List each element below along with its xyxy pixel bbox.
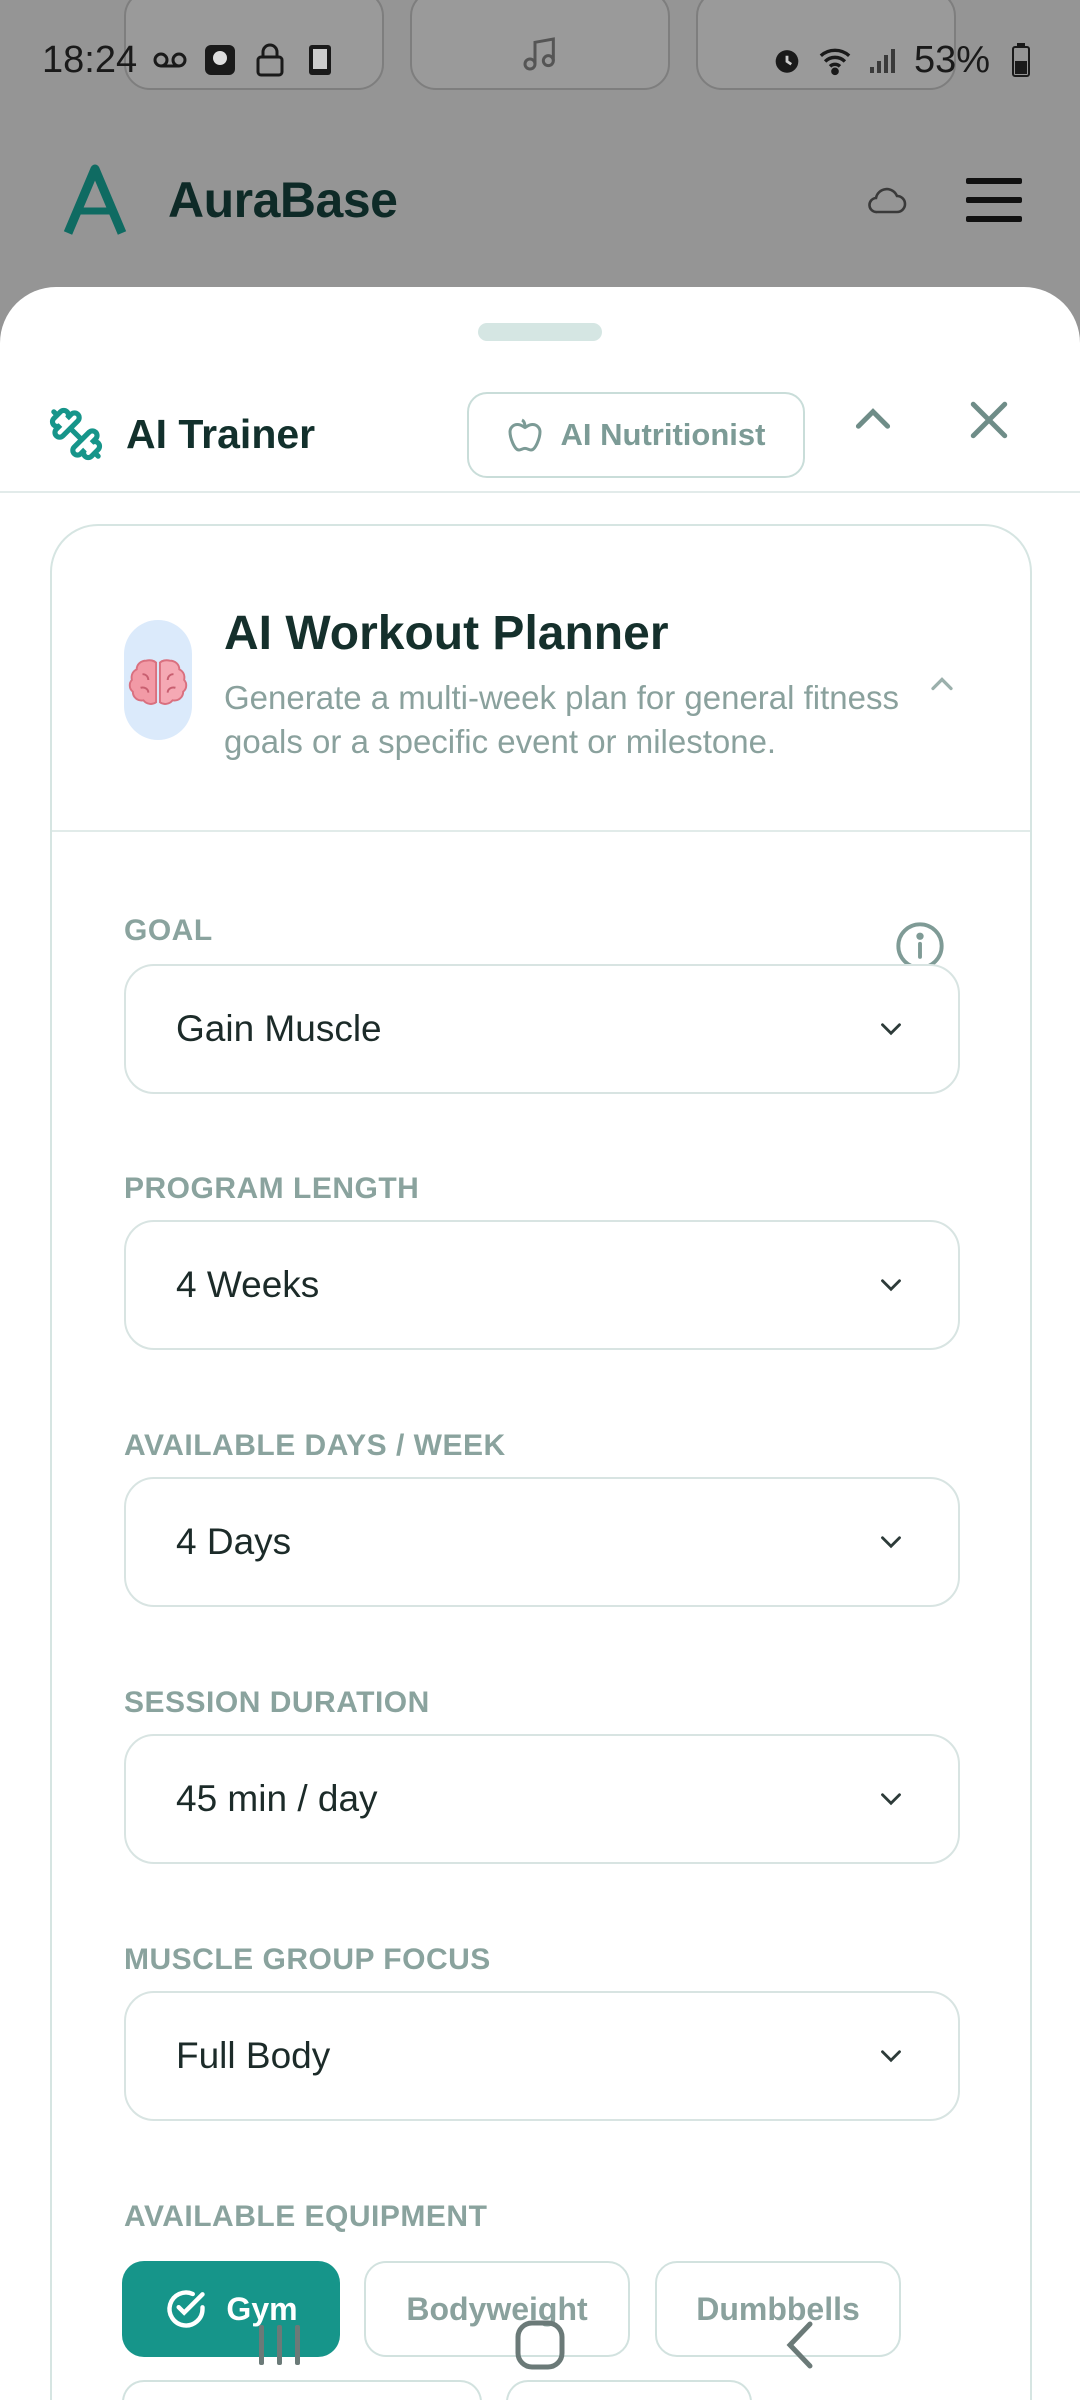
voicemail-icon: [153, 43, 187, 77]
available-days-label: AVAILABLE DAYS / WEEK: [124, 1429, 506, 1462]
back-button[interactable]: [765, 2310, 835, 2380]
home-button[interactable]: [505, 2310, 575, 2380]
available-days-value: 4 Days: [176, 1521, 292, 1562]
ai-trainer-sheet: AI Trainer AI Nutritionist AI Workout Pl…: [0, 287, 1080, 2400]
program-length-select[interactable]: 4 Weeks: [124, 1220, 960, 1350]
equipment-label: AVAILABLE EQUIPMENT: [124, 2200, 488, 2233]
ai-nutritionist-button[interactable]: AI Nutritionist: [467, 392, 805, 478]
chevron-up-icon[interactable]: [848, 395, 898, 445]
recent-apps-icon: [259, 2325, 300, 2365]
goal-select[interactable]: Gain Muscle: [124, 964, 960, 1094]
battery-level: 53%: [913, 38, 990, 81]
sheet-title: AI Trainer: [126, 410, 316, 457]
sheet-header: AI Trainer AI Nutritionist: [0, 377, 1080, 493]
lock-icon: [253, 43, 287, 77]
session-duration-select[interactable]: 45 min / day: [124, 1734, 960, 1864]
ai-nutritionist-label: AI Nutritionist: [560, 417, 766, 452]
recent-apps-button[interactable]: [245, 2310, 315, 2380]
muscle-focus-value: Full Body: [176, 2035, 331, 2076]
hamburger-menu-icon[interactable]: [966, 176, 1022, 224]
signal-icon: [866, 43, 900, 77]
session-duration-label: SESSION DURATION: [124, 1686, 430, 1719]
app-name: AuraBase: [168, 172, 398, 228]
apple-icon: [508, 418, 542, 452]
status-time: 18:24: [42, 38, 138, 81]
system-nav-bar: [0, 2290, 1080, 2400]
goal-label: GOAL: [124, 914, 213, 947]
battery-icon: [1004, 43, 1038, 77]
goal-value: Gain Muscle: [176, 1008, 382, 1049]
chevron-down-icon: [881, 1536, 901, 1549]
brain-icon: [124, 620, 192, 740]
session-duration-value: 45 min / day: [176, 1778, 378, 1819]
muscle-focus-select[interactable]: Full Body: [124, 1991, 960, 2121]
dumbbell-icon: [49, 407, 103, 461]
alarm-icon: [770, 43, 804, 77]
planner-card-header[interactable]: AI Workout Planner Generate a multi-week…: [52, 526, 1030, 832]
workout-planner-card: AI Workout Planner Generate a multi-week…: [50, 524, 1032, 2400]
available-days-select[interactable]: 4 Days: [124, 1477, 960, 1607]
close-icon[interactable]: [962, 393, 1016, 447]
phone-icon: [303, 43, 337, 77]
app-bar: AuraBase: [0, 130, 1080, 270]
app-notification-icon: [203, 43, 237, 77]
sheet-drag-handle[interactable]: [478, 323, 602, 341]
aurabase-logo-icon: [63, 164, 127, 235]
status-bar: 18:24 53%: [0, 0, 1080, 120]
program-length-label: PROGRAM LENGTH: [124, 1172, 420, 1205]
planner-subtitle: Generate a multi-week plan for general f…: [224, 679, 900, 760]
back-icon: [786, 2321, 813, 2369]
chevron-down-icon: [881, 1279, 901, 1292]
home-icon: [515, 2320, 565, 2370]
wifi-icon: [818, 43, 852, 77]
chevron-up-icon[interactable]: [924, 666, 960, 702]
chevron-down-icon: [881, 1023, 901, 1036]
program-length-value: 4 Weeks: [176, 1264, 320, 1305]
planner-title: AI Workout Planner: [224, 607, 669, 660]
muscle-focus-label: MUSCLE GROUP FOCUS: [124, 1943, 491, 1976]
chevron-down-icon: [881, 1793, 901, 1806]
chevron-down-icon: [881, 2050, 901, 2063]
cloud-icon[interactable]: [866, 185, 908, 215]
